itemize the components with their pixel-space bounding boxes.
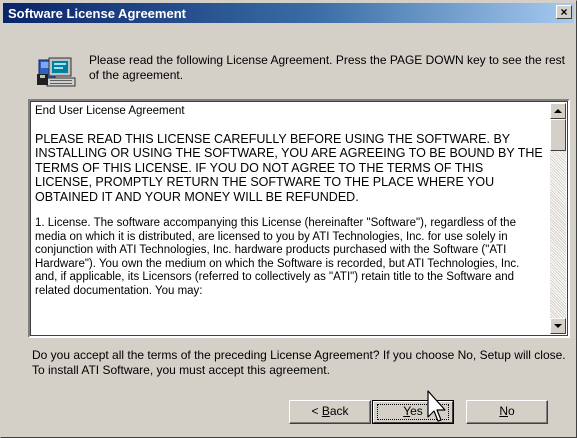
license-clause-1: 1. License. The software accompanying th… [35, 217, 520, 297]
mouse-pointer-icon [427, 390, 446, 422]
close-button[interactable]: × [556, 5, 572, 19]
title-bar[interactable]: Software License Agreement × [3, 3, 574, 23]
back-button[interactable]: < Back [289, 400, 371, 424]
back-button-label: < Back [311, 404, 349, 418]
scroll-up-button[interactable] [550, 103, 566, 119]
scroll-down-button[interactable] [550, 318, 566, 334]
setup-computer-icon [37, 57, 76, 87]
arrow-up-icon [554, 109, 562, 113]
no-button-label: No [499, 404, 515, 418]
license-dialog: Software License Agreement × Please read… [0, 0, 577, 438]
license-heading: End User License Agreement [35, 105, 185, 117]
vertical-scrollbar[interactable] [550, 103, 566, 334]
accept-question: Do you accept all the terms of the prece… [32, 348, 566, 377]
yes-button-label: Yes [403, 404, 423, 418]
license-warning: PLEASE READ THIS LICENSE CAREFULLY BEFOR… [35, 131, 543, 204]
dialog-title: Software License Agreement [8, 6, 186, 21]
license-text: End User License Agreement PLEASE READ T… [35, 105, 543, 333]
close-icon: × [560, 5, 568, 19]
no-button[interactable]: No [466, 400, 548, 424]
license-text-area[interactable]: End User License Agreement PLEASE READ T… [28, 99, 570, 338]
scroll-thumb[interactable] [550, 119, 566, 151]
instructions-text: Please read the following License Agreem… [89, 53, 566, 82]
arrow-down-icon [554, 324, 562, 328]
